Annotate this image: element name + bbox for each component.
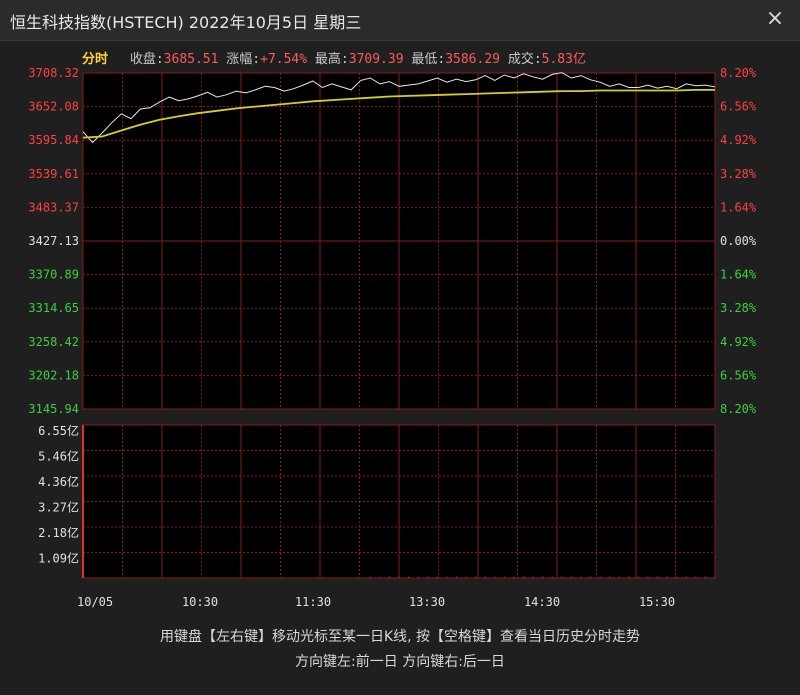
- volume-tick-label: 5.46亿: [38, 449, 79, 464]
- price-tick-label-left: 3652.08: [28, 100, 79, 114]
- volume-tick-label: 3.27亿: [38, 500, 79, 515]
- time-tick-label: 10/05: [77, 595, 113, 609]
- price-tick-label-left: 3708.32: [28, 66, 79, 80]
- pct-tick-label-right: 4.92%: [720, 335, 757, 349]
- price-tick-label-left: 3595.84: [28, 133, 79, 147]
- volume-tick-label: 1.09亿: [38, 551, 79, 566]
- pct-tick-label-right: 4.92%: [720, 133, 757, 147]
- price-tick-label-left: 3539.61: [28, 167, 79, 181]
- pct-tick-label-right: 8.20%: [720, 66, 757, 80]
- pct-tick-label-right: 3.28%: [720, 301, 757, 315]
- pct-tick-label-right: 1.64%: [720, 268, 757, 282]
- price-tick-label-left: 3483.37: [28, 200, 79, 214]
- volume-tick-label: 6.55亿: [38, 423, 79, 438]
- pct-tick-label-right: 3.28%: [720, 167, 757, 181]
- time-tick-label: 15:30: [639, 595, 675, 609]
- time-tick-label: 13:30: [409, 595, 445, 609]
- price-tick-label-left: 3145.94: [28, 402, 79, 416]
- footer-hint-keys: 用键盘【左右键】移动光标至某一日K线, 按【空格键】查看当日历史分时走势: [159, 629, 641, 645]
- price-tick-label-left: 3370.89: [28, 268, 79, 282]
- price-tick-label-left: 3427.13: [28, 234, 79, 248]
- pct-tick-label-right: 6.56%: [720, 100, 757, 114]
- time-tick-label: 11:30: [295, 595, 331, 609]
- intraday-chart[interactable]: 3708.32 8.20% 3652.08 6.56% 3595.84 4.92% 3539…: [0, 0, 800, 695]
- pct-tick-label-right: 1.64%: [720, 200, 757, 214]
- pct-tick-label-right: 6.56%: [720, 368, 757, 382]
- footer-hint-navigation: 方向键左:前一日 方向键右:后一日: [295, 654, 505, 670]
- chart-window: 恒生科技指数(HSTECH) 2022年10月5日 星期三 × 分时 收盘:36…: [0, 0, 800, 695]
- time-tick-label: 14:30: [524, 595, 560, 609]
- time-tick-label: 10:30: [182, 595, 218, 609]
- volume-tick-label: 4.36亿: [38, 474, 79, 489]
- pct-tick-label-right: 0.00%: [720, 234, 757, 248]
- price-tick-label-left: 3258.42: [28, 335, 79, 349]
- volume-tick-label: 2.18亿: [38, 525, 79, 540]
- pct-tick-label-right: 8.20%: [720, 402, 757, 416]
- price-tick-label-left: 3314.65: [28, 301, 79, 315]
- price-tick-label-left: 3202.18: [28, 368, 79, 382]
